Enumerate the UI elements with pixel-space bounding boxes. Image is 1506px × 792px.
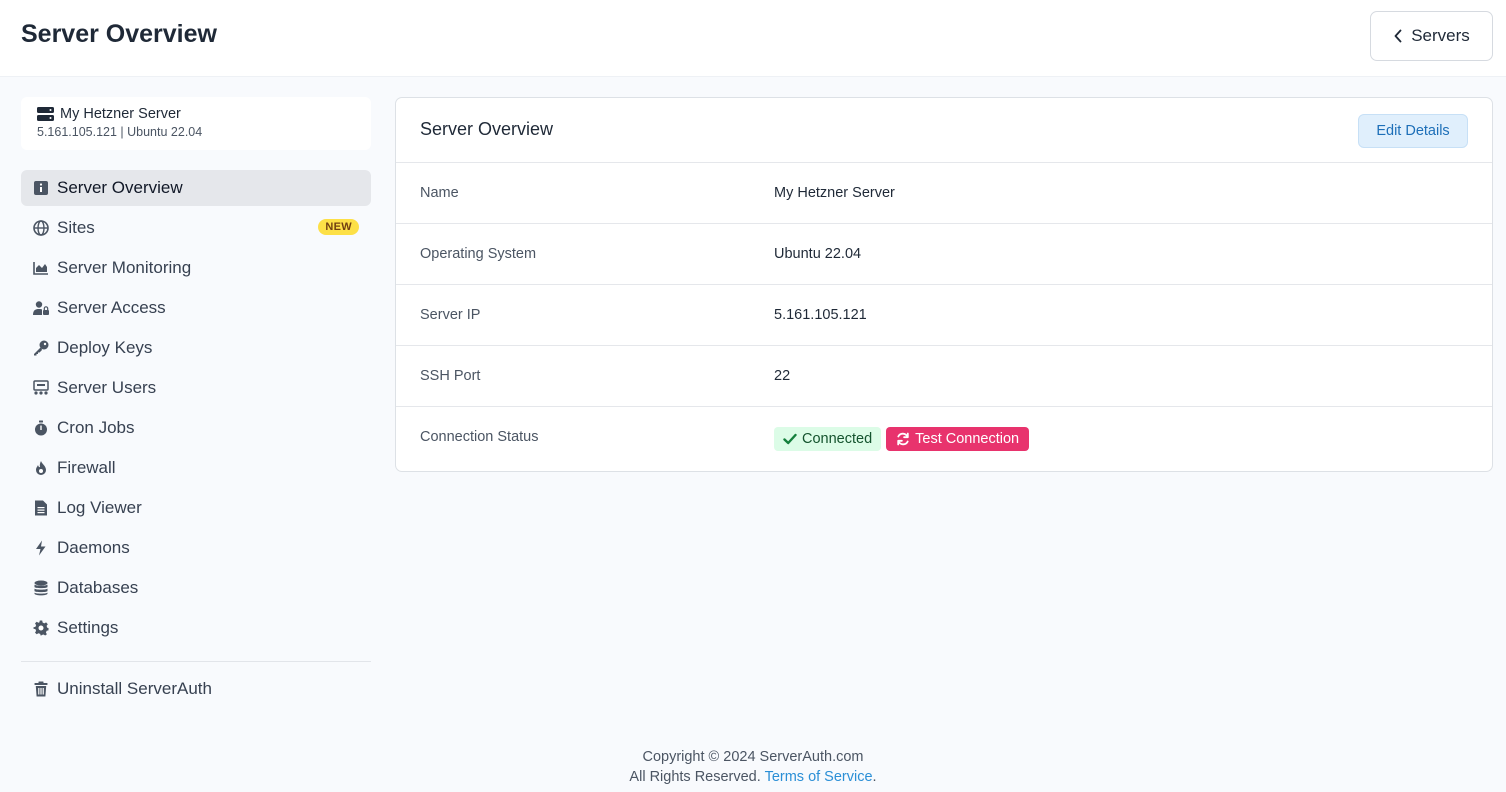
row-label: Connection Status bbox=[420, 429, 539, 445]
sidebar-item-label: Server Monitoring bbox=[57, 258, 192, 277]
sidebar-nav: Server Overview Sites NEW Server Monitor… bbox=[21, 170, 371, 650]
sidebar-item-label: Server Overview bbox=[57, 178, 183, 197]
test-connection-label: Test Connection bbox=[915, 431, 1020, 447]
sidebar-item-label: Daemons bbox=[57, 538, 130, 557]
row-label: Server IP bbox=[420, 307, 481, 323]
new-badge: NEW bbox=[318, 219, 359, 235]
row-value: Ubuntu 22.04 bbox=[774, 246, 862, 262]
sidebar-item-daemons[interactable]: Daemons bbox=[21, 530, 371, 566]
back-to-servers-button[interactable]: Servers bbox=[1370, 11, 1493, 61]
row-label: Name bbox=[420, 185, 459, 201]
users-network-icon bbox=[33, 380, 49, 396]
panel-title: Server Overview bbox=[420, 119, 554, 139]
row-value: My Hetzner Server bbox=[774, 185, 895, 201]
user-lock-icon bbox=[33, 300, 49, 316]
detail-row-ssh-port: SSH Port 22 bbox=[396, 346, 1492, 407]
server-card: My Hetzner Server 5.161.105.121 | Ubuntu… bbox=[21, 97, 371, 150]
chart-area-icon bbox=[33, 260, 49, 276]
sidebar-item-databases[interactable]: Databases bbox=[21, 570, 371, 606]
footer-line-2: All Rights Reserved. Terms of Service. bbox=[0, 767, 1506, 787]
database-icon bbox=[33, 580, 49, 596]
edit-details-button[interactable]: Edit Details bbox=[1358, 114, 1468, 148]
bolt-icon bbox=[33, 540, 49, 556]
trash-icon bbox=[33, 681, 49, 697]
sidebar-item-log-viewer[interactable]: Log Viewer bbox=[21, 490, 371, 526]
row-value: Connected Test Connection bbox=[774, 427, 1030, 451]
server-meta: 5.161.105.121 | Ubuntu 22.04 bbox=[37, 125, 203, 139]
sidebar-item-label: Server Access bbox=[57, 298, 166, 317]
detail-row-name: Name My Hetzner Server bbox=[396, 163, 1492, 224]
info-icon bbox=[33, 180, 49, 196]
sidebar-item-uninstall-serverauth[interactable]: Uninstall ServerAuth bbox=[21, 671, 371, 707]
sidebar-item-cron-jobs[interactable]: Cron Jobs bbox=[21, 410, 371, 446]
row-value: 22 bbox=[774, 368, 791, 384]
terms-of-service-link[interactable]: Terms of Service bbox=[765, 769, 873, 785]
panel-header: Server Overview Edit Details bbox=[396, 98, 1492, 163]
check-icon bbox=[783, 433, 797, 445]
connected-status-label: Connected bbox=[802, 431, 873, 447]
connected-status-badge: Connected bbox=[774, 427, 882, 451]
server-icon bbox=[37, 107, 54, 121]
footer-period: . bbox=[872, 769, 877, 785]
refresh-icon bbox=[897, 432, 909, 446]
sidebar-item-label: Server Users bbox=[57, 378, 157, 397]
sidebar-item-firewall[interactable]: Firewall bbox=[21, 450, 371, 486]
sidebar-item-server-access[interactable]: Server Access bbox=[21, 290, 371, 326]
rights-text: All Rights Reserved. bbox=[629, 769, 761, 785]
sidebar-item-label: Sites bbox=[57, 218, 95, 237]
sidebar-item-server-users[interactable]: Server Users bbox=[21, 370, 371, 406]
row-value: 5.161.105.121 bbox=[774, 307, 867, 323]
sidebar-item-label: Deploy Keys bbox=[57, 338, 153, 357]
sidebar-item-server-overview[interactable]: Server Overview bbox=[21, 170, 371, 206]
page-title: Server Overview bbox=[21, 20, 217, 48]
sidebar-item-label: Databases bbox=[57, 578, 139, 597]
detail-row-operating-system: Operating System Ubuntu 22.04 bbox=[396, 224, 1492, 285]
sidebar-divider bbox=[21, 661, 371, 662]
sidebar-item-label: Firewall bbox=[57, 458, 116, 477]
test-connection-button[interactable]: Test Connection bbox=[886, 427, 1030, 451]
server-name: My Hetzner Server bbox=[60, 106, 181, 122]
sidebar-item-label: Settings bbox=[57, 618, 119, 637]
server-overview-panel: Server Overview Edit Details Name My Het… bbox=[395, 97, 1493, 472]
row-label: SSH Port bbox=[420, 368, 481, 384]
sidebar-item-label: Uninstall ServerAuth bbox=[57, 679, 212, 698]
sidebar-item-sites[interactable]: Sites NEW bbox=[21, 210, 371, 246]
sidebar-item-label: Cron Jobs bbox=[57, 418, 135, 437]
gear-icon bbox=[33, 620, 49, 636]
sidebar-item-settings[interactable]: Settings bbox=[21, 610, 371, 646]
footer: Copyright © 2024 ServerAuth.com All Righ… bbox=[0, 747, 1506, 787]
copyright-text: Copyright © 2024 ServerAuth.com bbox=[642, 749, 864, 765]
sidebar-item-deploy-keys[interactable]: Deploy Keys bbox=[21, 330, 371, 366]
stopwatch-icon bbox=[33, 420, 49, 436]
globe-icon bbox=[33, 220, 49, 236]
sidebar-item-label: Log Viewer bbox=[57, 498, 142, 517]
sidebar-uninstall: Uninstall ServerAuth bbox=[21, 671, 371, 711]
fire-icon bbox=[33, 460, 49, 476]
chevron-left-icon bbox=[1394, 29, 1402, 43]
detail-row-server-ip: Server IP 5.161.105.121 bbox=[396, 285, 1492, 346]
file-icon bbox=[33, 500, 49, 516]
row-label: Operating System bbox=[420, 246, 537, 262]
detail-row-connection-status: Connection Status Connected Test Connect… bbox=[396, 407, 1492, 468]
top-bar: Server Overview Servers bbox=[0, 0, 1506, 77]
back-button-label: Servers bbox=[1411, 26, 1470, 45]
sidebar-item-server-monitoring[interactable]: Server Monitoring bbox=[21, 250, 371, 286]
key-icon bbox=[33, 340, 49, 356]
